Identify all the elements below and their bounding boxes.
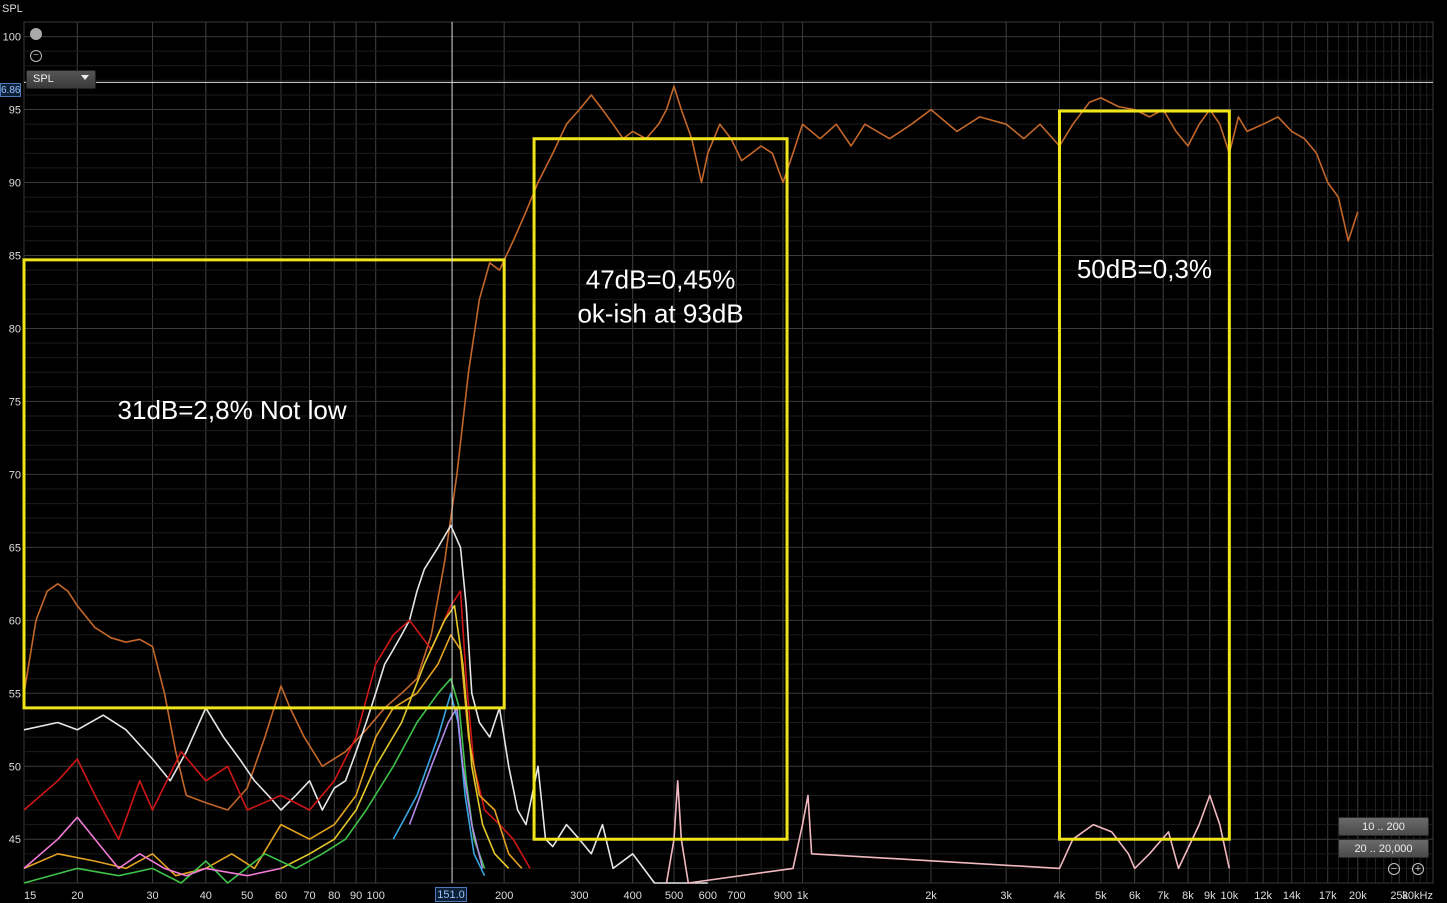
axis-title: SPL [2, 3, 23, 15]
measurement-selector[interactable]: SPL [26, 70, 96, 89]
x-tick-label: 1k [797, 890, 809, 902]
x-tick-label: 30 [146, 890, 158, 902]
zoom-in-icon[interactable]: + [1412, 863, 1424, 875]
x-tick-label: 12k [1254, 890, 1272, 902]
range-button-10-200[interactable]: 10 .. 200 [1338, 817, 1429, 836]
chevron-down-icon [81, 75, 89, 80]
x-tick-label: 20k [1349, 890, 1367, 902]
y-tick-label: 90 [9, 178, 21, 190]
zoom-out-icon[interactable]: − [1388, 863, 1400, 875]
x-tick-label: 14k [1283, 890, 1301, 902]
x-tick-label: 4k [1054, 890, 1066, 902]
x-tick-label: 200 [495, 890, 513, 902]
x-tick-label: 10k [1220, 890, 1238, 902]
x-tick-label: 9k [1204, 890, 1216, 902]
x-tick-label: 7k [1157, 890, 1169, 902]
x-tick-label: 400 [623, 890, 641, 902]
x-tick-label: 6k [1129, 890, 1141, 902]
x-tick-label: 90 [350, 890, 362, 902]
x-tick-label: 50 [241, 890, 253, 902]
x-tick-label: 60 [275, 890, 287, 902]
range-button-20-20000[interactable]: 20 .. 20,000 [1338, 839, 1429, 858]
y-tick-label: 80 [9, 323, 21, 335]
record-icon[interactable] [30, 28, 42, 40]
x-tick-label: 80 [328, 890, 340, 902]
x-tick-label: 900 [774, 890, 792, 902]
cursor-y-readout: 6.86 [0, 83, 21, 97]
y-tick-label: 85 [9, 250, 21, 262]
x-tick-label: 100 [366, 890, 384, 902]
x-tick-label: 70 [303, 890, 315, 902]
x-tick-label: 40 [200, 890, 212, 902]
x-tick-label: 30kHz [1402, 890, 1433, 902]
measurement-selector-label: SPL [33, 73, 54, 85]
x-tick-label: 15 [24, 890, 36, 902]
x-tick-label: 5k [1095, 890, 1107, 902]
y-tick-label: 100 [3, 32, 21, 44]
frequency-response-plot[interactable]: 31dB=2,8% Not low 47dB=0,45% ok-ish at 93d… [0, 0, 1447, 903]
y-tick-label: 45 [9, 834, 21, 846]
x-tick-label: 20 [71, 890, 83, 902]
y-tick-label: 95 [9, 105, 21, 117]
annotation-text: 50dB=0,3% [1077, 254, 1212, 284]
x-tick-label: 8k [1182, 890, 1194, 902]
y-tick-label: 50 [9, 761, 21, 773]
annotation-text: 47dB=0,45% [586, 265, 736, 295]
cursor-x-readout: 151.0 [435, 887, 467, 902]
y-tick-label: 70 [9, 469, 21, 481]
y-tick-label: 75 [9, 396, 21, 408]
x-tick-label: 17k [1319, 890, 1337, 902]
x-tick-label: 600 [699, 890, 717, 902]
x-tick-label: 2k [925, 890, 937, 902]
y-tick-label: 55 [9, 688, 21, 700]
zoom-minus-icon[interactable]: − [30, 50, 42, 62]
x-tick-label: 700 [727, 890, 745, 902]
annotation-text: ok-ish at 93dB [577, 299, 743, 329]
x-tick-label: 3k [1000, 890, 1012, 902]
x-tick-label: 300 [570, 890, 588, 902]
y-tick-label: 65 [9, 542, 21, 554]
annotation-text: 31dB=2,8% Not low [118, 395, 347, 425]
x-tick-label: 500 [665, 890, 683, 902]
y-tick-label: 60 [9, 615, 21, 627]
